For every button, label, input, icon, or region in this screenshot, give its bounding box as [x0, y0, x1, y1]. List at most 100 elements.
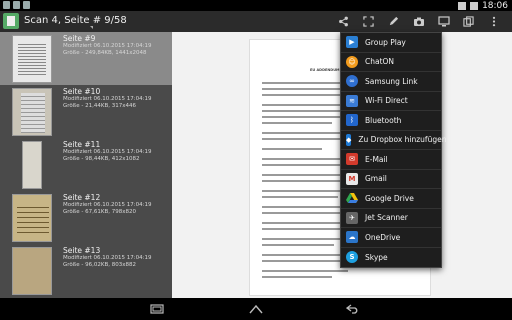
list-item[interactable]: Seite #11 Modifiziert 06.10.2015 17:04:1… — [0, 138, 172, 191]
item-title: Seite #10 — [63, 87, 101, 96]
wifi-icon — [458, 1, 467, 10]
page-thumbnail — [12, 88, 52, 136]
screen-icon[interactable] — [431, 11, 456, 32]
camera-icon[interactable] — [406, 11, 431, 32]
dropbox-icon: ◆ — [346, 133, 352, 146]
notification-icons — [3, 1, 30, 9]
item-size: Größe - 21,44KB, 317x446 — [63, 103, 136, 109]
status-bar: 18:06 — [0, 0, 512, 11]
text-line — [262, 206, 348, 208]
text-line — [262, 82, 342, 84]
text-line — [262, 180, 346, 182]
share-option-gmail[interactable]: M Gmail — [341, 170, 441, 189]
share-option-bluetooth[interactable]: ᛒ Bluetooth — [341, 111, 441, 131]
wifi-direct-icon: ≋ — [346, 94, 358, 107]
text-line — [262, 222, 348, 224]
text-line — [262, 110, 342, 112]
recent-apps-icon[interactable] — [142, 301, 172, 317]
bluetooth-icon: ᛒ — [346, 114, 358, 127]
text-line — [262, 104, 348, 106]
list-item[interactable]: Seite #13 Modifiziert 06.10.2015 17:04:1… — [0, 244, 172, 297]
overflow-menu-icon[interactable] — [481, 11, 506, 32]
share-menu[interactable]: ▶ Group Play ☺ ChatON ∞ Samsung Link ≋ W… — [340, 32, 446, 268]
item-modified: Modifiziert 06.10.2015 17:04:19 — [63, 202, 152, 208]
text-line — [262, 148, 322, 150]
page-thumbnail — [12, 247, 52, 295]
share-option-email[interactable]: ✉ E-Mail — [341, 150, 441, 170]
text-line — [262, 270, 348, 272]
fullscreen-icon[interactable] — [356, 11, 381, 32]
jet-scanner-icon: ✈ — [346, 211, 358, 224]
text-line — [262, 244, 334, 246]
home-icon[interactable] — [241, 301, 271, 317]
item-size: Größe - 249,84KB, 1441x2048 — [63, 50, 147, 56]
text-line — [262, 196, 338, 198]
page-thumbnail — [12, 194, 52, 242]
samsung-link-icon: ∞ — [346, 75, 358, 88]
item-size: Größe - 67,61KB, 798x820 — [63, 209, 136, 215]
share-option-label: Skype — [365, 252, 388, 262]
copy-icon[interactable] — [456, 11, 481, 32]
list-item[interactable]: Seite #9 Modifiziert 06.10.2015 17:04:19… — [0, 32, 172, 85]
share-option-label: Group Play — [365, 37, 406, 47]
share-option-chaton[interactable]: ☺ ChatON — [341, 53, 441, 72]
text-line — [262, 122, 332, 124]
battery-icon — [470, 1, 479, 10]
text-line — [262, 228, 344, 230]
share-option-label: Gmail — [365, 174, 387, 184]
item-size: Größe - 98,44KB, 412x1082 — [63, 156, 140, 162]
share-option-jet-scanner[interactable]: ✈ Jet Scanner — [341, 209, 441, 228]
notification-icon — [13, 1, 20, 9]
text-line — [262, 260, 342, 262]
share-option-label: Samsung Link — [365, 76, 418, 86]
list-item[interactable]: Seite #12 Modifiziert 06.10.2015 17:04:1… — [0, 191, 172, 244]
page-thumbnail — [22, 141, 42, 189]
share-icon[interactable] — [331, 11, 356, 32]
item-modified: Modifiziert 06.10.2015 17:04:19 — [63, 43, 152, 49]
item-title: Seite #13 — [63, 246, 101, 255]
page-title[interactable]: Scan 4, Seite # 9/58 — [24, 15, 127, 26]
share-option-label: Wi-Fi Direct — [365, 96, 408, 106]
share-option-label: ChatON — [365, 57, 395, 67]
text-line — [262, 238, 348, 240]
chaton-icon: ☺ — [346, 55, 358, 68]
text-line — [262, 174, 348, 176]
share-option-label: Zu Dropbox hinzufügen — [358, 135, 447, 145]
text-line — [262, 116, 348, 118]
text-line — [262, 190, 348, 192]
share-option-label: Bluetooth — [365, 115, 402, 125]
share-option-label: OneDrive — [365, 232, 401, 242]
share-option-google-drive[interactable]: Google Drive — [341, 189, 441, 209]
item-title: Seite #9 — [63, 34, 96, 43]
text-line — [262, 132, 348, 134]
share-option-group-play[interactable]: ▶ Group Play — [341, 33, 441, 53]
back-icon[interactable] — [338, 301, 368, 317]
text-line — [262, 94, 346, 96]
text-line — [262, 164, 340, 166]
skype-icon: S — [346, 251, 358, 264]
document-heading: EU ADDENDUM — [310, 68, 340, 72]
share-option-onedrive[interactable]: ☁ OneDrive — [341, 228, 441, 248]
item-title: Seite #11 — [63, 140, 101, 149]
page-list[interactable]: Seite #9 Modifiziert 06.10.2015 17:04:19… — [0, 32, 172, 298]
notification-icon — [23, 1, 30, 9]
email-icon: ✉ — [346, 153, 358, 166]
list-item[interactable]: Seite #10 Modifiziert 06.10.2015 17:04:1… — [0, 85, 172, 138]
item-modified: Modifiziert 06.10.2015 17:04:19 — [63, 149, 152, 155]
share-option-samsung-link[interactable]: ∞ Samsung Link — [341, 72, 441, 92]
edit-icon[interactable] — [381, 11, 406, 32]
text-line — [262, 158, 348, 160]
dropdown-caret-icon — [90, 26, 93, 29]
item-title: Seite #12 — [63, 193, 101, 202]
app-icon[interactable] — [3, 13, 19, 29]
clock: 18:06 — [482, 0, 508, 11]
share-option-skype[interactable]: S Skype — [341, 248, 441, 268]
text-line — [262, 276, 332, 278]
navigation-bar — [0, 298, 512, 320]
google-drive-icon — [346, 192, 358, 204]
item-size: Größe - 96,02KB, 803x882 — [63, 262, 136, 268]
share-option-wifi-direct[interactable]: ≋ Wi-Fi Direct — [341, 92, 441, 111]
gmail-icon: M — [346, 172, 358, 185]
group-play-icon: ▶ — [346, 36, 358, 49]
share-option-dropbox[interactable]: ◆ Zu Dropbox hinzufügen — [341, 131, 446, 150]
